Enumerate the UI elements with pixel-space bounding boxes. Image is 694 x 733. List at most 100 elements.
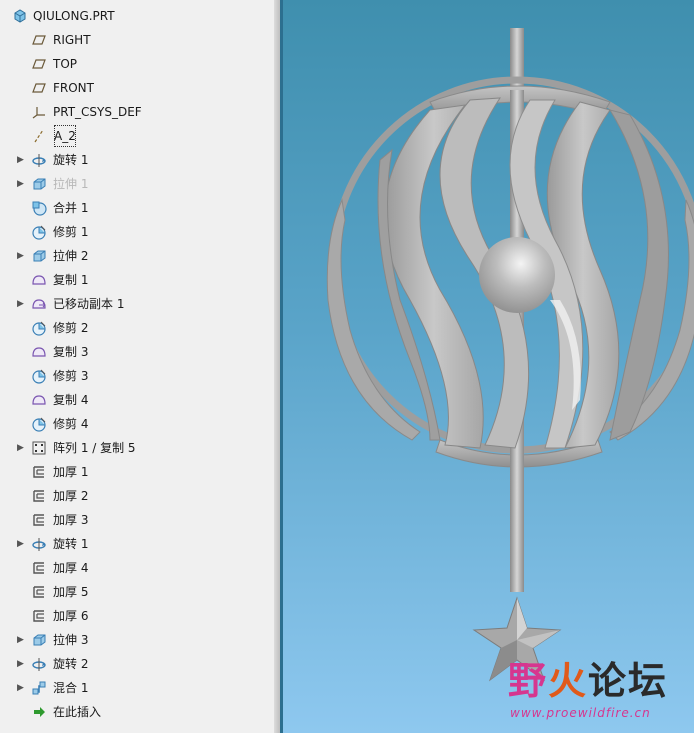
thicken-icon xyxy=(31,608,47,624)
revolve-icon xyxy=(31,536,47,552)
model-3d-render xyxy=(326,28,694,682)
tree-item[interactable]: 复制 3 xyxy=(0,340,274,364)
tree-item[interactable]: 修剪 1 xyxy=(0,220,274,244)
tree-item-label: TOP xyxy=(53,57,78,71)
datum-plane-icon xyxy=(31,80,47,96)
tree-item-label: 旋转 1 xyxy=(53,153,89,167)
tree-item[interactable]: ▶ 混合 1 xyxy=(0,676,274,700)
tree-item[interactable]: 加厚 1 xyxy=(0,460,274,484)
expand-arrow-icon[interactable]: ▶ xyxy=(17,292,27,316)
tree-item-label: 复制 4 xyxy=(53,393,89,407)
revolve-icon xyxy=(31,152,47,168)
copy-icon xyxy=(31,392,47,408)
tree-item-label: 加厚 1 xyxy=(53,465,89,479)
revolve-icon xyxy=(31,656,47,672)
tree-item[interactable]: 加厚 3 xyxy=(0,508,274,532)
tree-item[interactable]: FRONT xyxy=(0,76,274,100)
tree-item-label: 加厚 4 xyxy=(53,561,89,575)
watermark-char-1: 野 xyxy=(508,659,549,703)
insert-here-arrow-icon xyxy=(31,704,47,720)
tree-item[interactable]: TOP xyxy=(0,52,274,76)
merge-icon xyxy=(31,200,47,216)
tree-item-label: 拉伸 2 xyxy=(53,249,89,263)
tree-item-label: 拉伸 3 xyxy=(53,633,89,647)
tree-root-item[interactable]: QIULONG.PRT xyxy=(0,4,274,28)
moved-copy-icon xyxy=(31,296,47,312)
expand-arrow-icon[interactable]: ▶ xyxy=(17,628,27,652)
trim-icon xyxy=(31,320,47,336)
graphics-viewport[interactable]: 野火论坛 www.proewildfire.cn xyxy=(280,0,694,733)
tree-item-label: 修剪 3 xyxy=(53,369,89,383)
tree-item[interactable]: 修剪 3 xyxy=(0,364,274,388)
tree-item[interactable]: 加厚 4 xyxy=(0,556,274,580)
extrude-icon xyxy=(31,248,47,264)
tree-item-label: QIULONG.PRT xyxy=(33,9,115,23)
expand-arrow-icon[interactable]: ▶ xyxy=(17,436,27,460)
thicken-icon xyxy=(31,560,47,576)
tree-item[interactable]: PRT_CSYS_DEF xyxy=(0,100,274,124)
pattern-icon xyxy=(31,440,47,456)
model-tree-panel: QIULONG.PRT RIGHT TOP FRONT PRT_CSYS_DEF A_2 ▶… xyxy=(0,0,276,733)
watermark-logo: 野火论坛 xyxy=(508,650,668,705)
tree-item-label: 旋转 1 xyxy=(53,537,89,551)
datum-plane-icon xyxy=(31,32,47,48)
tree-item[interactable]: ▶ 已移动副本 1 xyxy=(0,292,274,316)
tree-item-label: PRT_CSYS_DEF xyxy=(53,105,142,119)
tree-item-label: FRONT xyxy=(53,81,94,95)
tree-item-label: 复制 1 xyxy=(53,273,89,287)
tree-item[interactable]: 加厚 5 xyxy=(0,580,274,604)
expand-arrow-icon[interactable]: ▶ xyxy=(17,676,27,700)
tree-item-label: 加厚 5 xyxy=(53,585,89,599)
tree-item-label: RIGHT xyxy=(53,33,91,47)
tree-item[interactable]: 修剪 4 xyxy=(0,412,274,436)
tree-item-label: 复制 3 xyxy=(53,345,89,359)
extrude-icon xyxy=(31,176,47,192)
expand-arrow-icon[interactable]: ▶ xyxy=(17,172,27,196)
tree-item[interactable]: 在此插入 xyxy=(0,700,274,724)
tree-item[interactable]: 合并 1 xyxy=(0,196,274,220)
tree-item-label: 合并 1 xyxy=(53,201,89,215)
tree-item-label: 修剪 1 xyxy=(53,225,89,239)
expand-arrow-icon[interactable]: ▶ xyxy=(17,244,27,268)
tree-item-label: 加厚 6 xyxy=(53,609,89,623)
tree-item[interactable]: ▶ 阵列 1 / 复制 5 xyxy=(0,436,274,460)
tree-item-label: A_2 xyxy=(53,124,77,148)
tree-item[interactable]: 复制 4 xyxy=(0,388,274,412)
blend-icon xyxy=(31,680,47,696)
tree-item-label: 在此插入 xyxy=(53,705,102,719)
watermark-char-3: 论坛 xyxy=(588,659,669,703)
tree-item[interactable]: 复制 1 xyxy=(0,268,274,292)
tree-item[interactable]: ▶ 拉伸 2 xyxy=(0,244,274,268)
coordinate-system-icon xyxy=(31,104,47,120)
tree-item[interactable]: 修剪 2 xyxy=(0,316,274,340)
tree-item[interactable]: ▶ 旋转 1 xyxy=(0,532,274,556)
expand-arrow-icon[interactable]: ▶ xyxy=(17,148,27,172)
tree-item[interactable]: RIGHT xyxy=(0,28,274,52)
tree-item-label: 加厚 3 xyxy=(53,513,89,527)
expand-arrow-icon[interactable]: ▶ xyxy=(17,652,27,676)
tree-item-label: 修剪 4 xyxy=(53,417,89,431)
thicken-icon xyxy=(31,464,47,480)
tree-item[interactable]: ▶ 旋转 1 xyxy=(0,148,274,172)
tree-item-label: 旋转 2 xyxy=(53,657,89,671)
tree-item-label: 加厚 2 xyxy=(53,489,89,503)
model-tree: QIULONG.PRT RIGHT TOP FRONT PRT_CSYS_DEF A_2 ▶… xyxy=(0,4,274,724)
tree-item[interactable]: 加厚 2 xyxy=(0,484,274,508)
extrude-icon xyxy=(31,632,47,648)
tree-item[interactable]: ▶ 拉伸 3 xyxy=(0,628,274,652)
expand-arrow-icon[interactable]: ▶ xyxy=(17,532,27,556)
watermark-char-2: 火 xyxy=(548,659,589,703)
tree-item[interactable]: ▶ 旋转 2 xyxy=(0,652,274,676)
copy-icon xyxy=(31,272,47,288)
datum-axis-icon xyxy=(31,128,47,144)
tree-item[interactable]: ▶ 拉伸 1 xyxy=(0,172,274,196)
thicken-icon xyxy=(31,584,47,600)
tree-item-label: 已移动副本 1 xyxy=(53,297,125,311)
tree-item[interactable]: 加厚 6 xyxy=(0,604,274,628)
tree-item[interactable]: A_2 xyxy=(0,124,274,148)
datum-plane-icon xyxy=(31,56,47,72)
copy-icon xyxy=(31,344,47,360)
tree-item-label: 修剪 2 xyxy=(53,321,89,335)
trim-icon xyxy=(31,416,47,432)
thicken-icon xyxy=(31,512,47,528)
